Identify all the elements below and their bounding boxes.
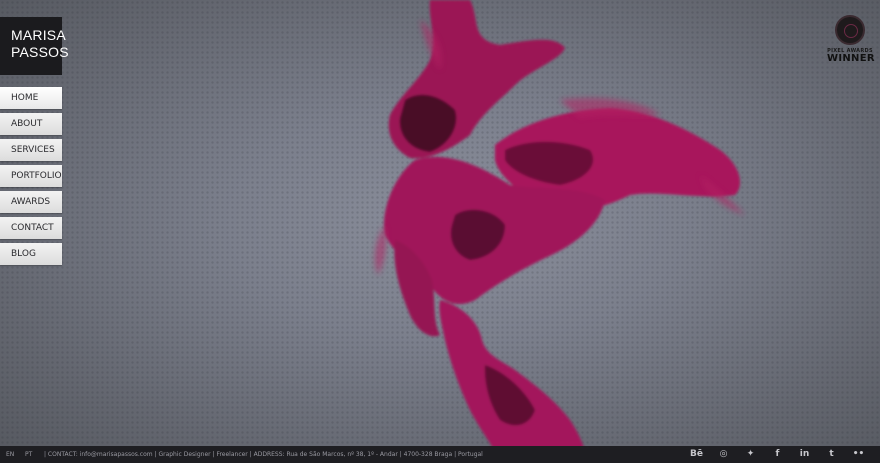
facebook-icon[interactable]: f: [764, 446, 791, 463]
footer-bar: EN PT | CONTACT: info@marisapassos.com |…: [0, 446, 880, 463]
lang-en-link[interactable]: EN: [6, 446, 14, 463]
footer-contact-info: | CONTACT: info@marisapassos.com | Graph…: [44, 451, 483, 458]
nav-item-portfolio[interactable]: PORTFOLIO: [0, 165, 62, 187]
ink-splash-artwork: [374, 0, 745, 463]
background-pattern: [0, 0, 880, 463]
tumblr-icon[interactable]: t: [818, 446, 845, 463]
site-logo[interactable]: MARISA PASSOS: [0, 17, 69, 75]
lang-pt-link[interactable]: PT: [25, 446, 32, 463]
nav-item-contact[interactable]: CONTACT: [0, 217, 62, 239]
main-nav: HOME ABOUT SERVICES PORTFOLIO AWARDS CON…: [0, 87, 62, 269]
nav-item-about[interactable]: ABOUT: [0, 113, 62, 135]
nav-item-services[interactable]: SERVICES: [0, 139, 62, 161]
award-status: WINNER: [827, 53, 875, 64]
award-emblem-icon: [835, 15, 865, 45]
nav-item-home[interactable]: HOME: [0, 87, 62, 109]
pixel-awards-badge[interactable]: PIXEL AWARDS WINNER: [827, 15, 875, 69]
dribbble-icon[interactable]: ◎: [710, 446, 737, 463]
logo-line-1: MARISA: [11, 27, 66, 43]
nav-item-awards[interactable]: AWARDS: [0, 191, 62, 213]
flickr-icon[interactable]: ••: [845, 446, 872, 463]
social-links: Bē ◎ ✦ f in t ••: [683, 446, 872, 463]
linkedin-icon[interactable]: in: [791, 446, 818, 463]
nav-item-blog[interactable]: BLOG: [0, 243, 62, 265]
behance-icon[interactable]: Bē: [683, 446, 710, 463]
twitter-icon[interactable]: ✦: [737, 446, 764, 463]
logo-line-2: PASSOS: [11, 44, 69, 60]
